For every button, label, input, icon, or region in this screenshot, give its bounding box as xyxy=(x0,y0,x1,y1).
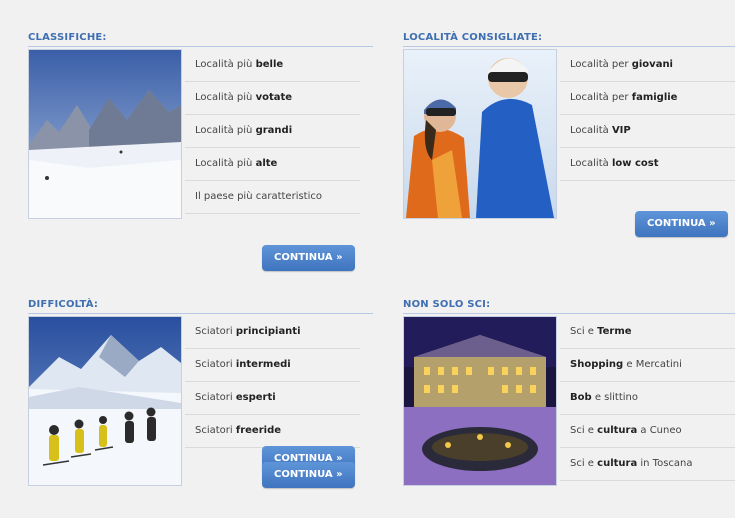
skiers-group-illustration xyxy=(29,317,181,485)
list-item[interactable]: Shopping e Mercatini xyxy=(560,349,735,382)
list-item[interactable]: Sciatori freeride xyxy=(185,415,360,448)
list-item[interactable]: Il paese più caratteristico xyxy=(185,181,360,214)
list-item[interactable]: Bob e slittino xyxy=(560,382,735,415)
links-list: Sciatori principianti Sciatori intermedi… xyxy=(185,316,360,448)
couple-skiers-illustration xyxy=(404,50,556,218)
list-item[interactable]: Località low cost xyxy=(560,148,735,181)
list-item[interactable]: Località per giovani xyxy=(560,49,735,82)
panel-title: NON SOLO SCI: xyxy=(403,298,735,314)
list-item[interactable]: Sci e Terme xyxy=(560,316,735,349)
panel-localita-consigliate: LOCALITÀ CONSIGLIATE: Località per giova… xyxy=(403,31,735,237)
panel-title: LOCALITÀ CONSIGLIATE: xyxy=(403,31,735,47)
spa-night-illustration xyxy=(404,317,556,485)
list-item[interactable]: Sciatori esperti xyxy=(185,382,360,415)
list-item[interactable]: Località più grandi xyxy=(185,115,360,148)
continua-button[interactable]: CONTINUA » xyxy=(635,211,728,237)
list-item[interactable]: Sciatori principianti xyxy=(185,316,360,349)
skiers-group-image[interactable] xyxy=(28,316,182,486)
links-list: Località più belle Località più votate L… xyxy=(185,49,360,214)
list-item[interactable]: Località per famiglie xyxy=(560,82,735,115)
list-item[interactable]: Località VIP xyxy=(560,115,735,148)
list-item[interactable]: Località più votate xyxy=(185,82,360,115)
panel-difficolta: DIFFICOLTÀ: Sciatori principianti Sciato… xyxy=(28,298,373,486)
continua-button[interactable]: CONTINUA » xyxy=(262,462,355,488)
panel-non-solo-sci: NON SOLO SCI: Sci e Terme Shopping e Mer… xyxy=(403,298,735,486)
links-list: Sci e Terme Shopping e Mercatini Bob e s… xyxy=(560,316,735,481)
mountain-ski-slope-illustration xyxy=(29,50,181,218)
list-item[interactable]: Località più belle xyxy=(185,49,360,82)
mountain-ski-slope-image[interactable] xyxy=(28,49,182,219)
continua-button[interactable]: CONTINUA » xyxy=(262,245,355,271)
list-item[interactable]: Sci e cultura in Toscana xyxy=(560,448,735,481)
list-item[interactable]: Sci e cultura a Cuneo xyxy=(560,415,735,448)
panel-title: DIFFICOLTÀ: xyxy=(28,298,373,314)
panel-title: CLASSIFICHE: xyxy=(28,31,373,47)
links-list: Località per giovani Località per famigl… xyxy=(560,49,735,181)
couple-skiers-image[interactable] xyxy=(403,49,557,219)
list-item[interactable]: Sciatori intermedi xyxy=(185,349,360,382)
panel-classifiche: CLASSIFICHE: Località più belle Località… xyxy=(28,31,373,271)
list-item[interactable]: Località più alte xyxy=(185,148,360,181)
spa-night-image[interactable] xyxy=(403,316,557,486)
